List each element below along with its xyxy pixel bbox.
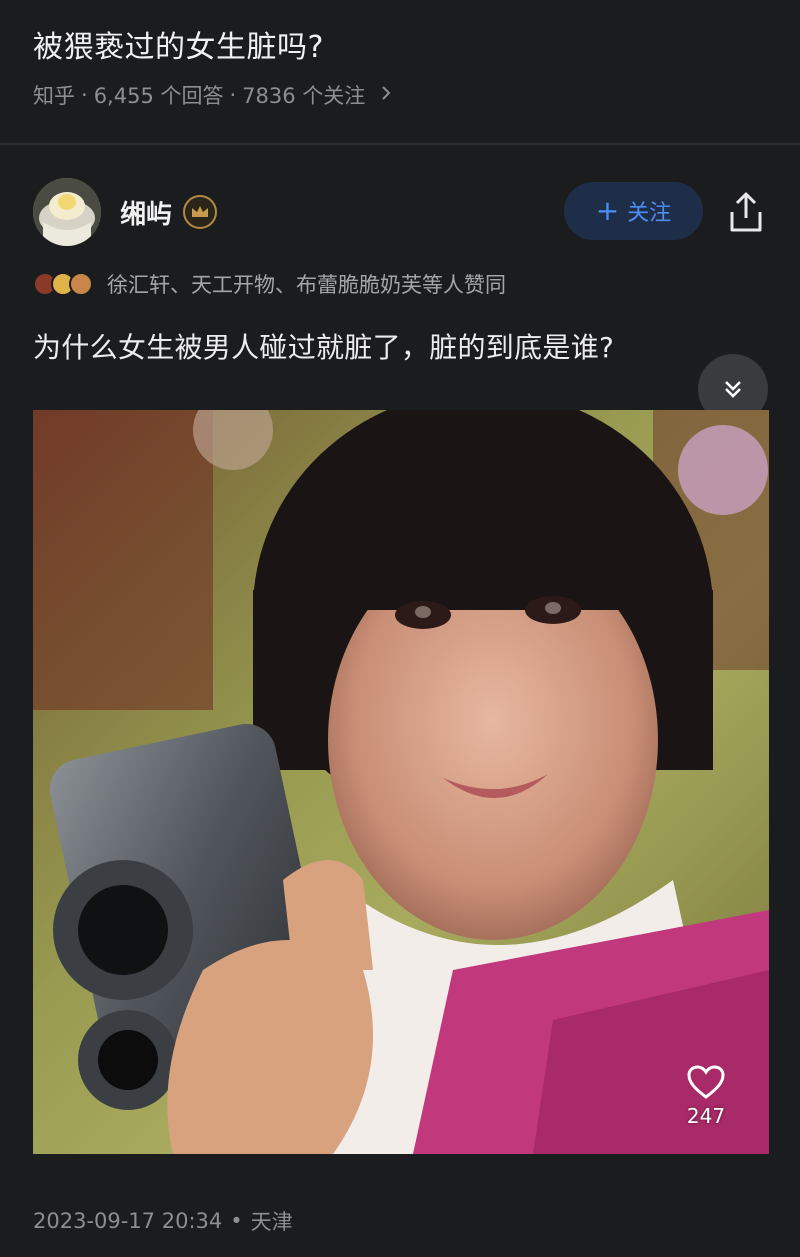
upvoter-avatars bbox=[33, 270, 103, 298]
followers-count: 7836 个关注 bbox=[242, 84, 366, 108]
upvoters-row[interactable]: 徐汇轩、天工开物、布蕾脆脆奶芙等人赞同 bbox=[33, 268, 506, 300]
flower-avatar-image bbox=[33, 178, 101, 246]
like-count: 247 bbox=[686, 1104, 726, 1128]
answer-image[interactable]: 247 bbox=[33, 410, 769, 1154]
footer-separator: • bbox=[230, 1209, 243, 1233]
plus-icon: + bbox=[595, 194, 620, 227]
answer-excerpt[interactable]: 为什么女生被男人碰过就脏了，脏的到底是谁? bbox=[33, 326, 614, 366]
meme-image bbox=[33, 410, 769, 1154]
question-meta[interactable]: 知乎 · 6,455 个回答 · 7836 个关注 bbox=[33, 80, 393, 110]
crown-badge-icon bbox=[183, 195, 217, 229]
meta-separator: · bbox=[81, 83, 88, 107]
meta-separator: · bbox=[229, 83, 237, 107]
chevron-right-icon[interactable] bbox=[379, 83, 393, 107]
answer-datetime: 2023-09-17 20:34 bbox=[33, 1209, 223, 1233]
question-header[interactable]: 被猥亵过的女生脏吗? 知乎 · 6,455 个回答 · 7836 个关注 bbox=[0, 0, 800, 143]
upvoters-text: 徐汇轩、天工开物、布蕾脆脆奶芙等人赞同 bbox=[107, 273, 506, 297]
question-title[interactable]: 被猥亵过的女生脏吗? bbox=[33, 22, 324, 66]
section-divider bbox=[0, 143, 800, 145]
answers-count: 6,455 个回答 bbox=[93, 84, 224, 108]
avatar bbox=[69, 272, 93, 296]
author-avatar[interactable] bbox=[33, 178, 101, 246]
heart-outline-icon bbox=[687, 1065, 725, 1099]
share-button[interactable] bbox=[724, 188, 768, 236]
answer-location: 天津 bbox=[250, 1210, 293, 1234]
share-icon bbox=[730, 192, 762, 232]
like-button[interactable]: 247 bbox=[676, 1064, 736, 1128]
answer-footer: 2023-09-17 20:34 • 天津 bbox=[33, 1206, 293, 1236]
follow-label: 关注 bbox=[627, 201, 672, 226]
source-label: 知乎 bbox=[33, 84, 75, 108]
author-name[interactable]: 缃屿 bbox=[120, 194, 172, 231]
follow-button[interactable]: + 关注 bbox=[564, 182, 703, 240]
double-chevron-down-icon bbox=[725, 381, 741, 398]
